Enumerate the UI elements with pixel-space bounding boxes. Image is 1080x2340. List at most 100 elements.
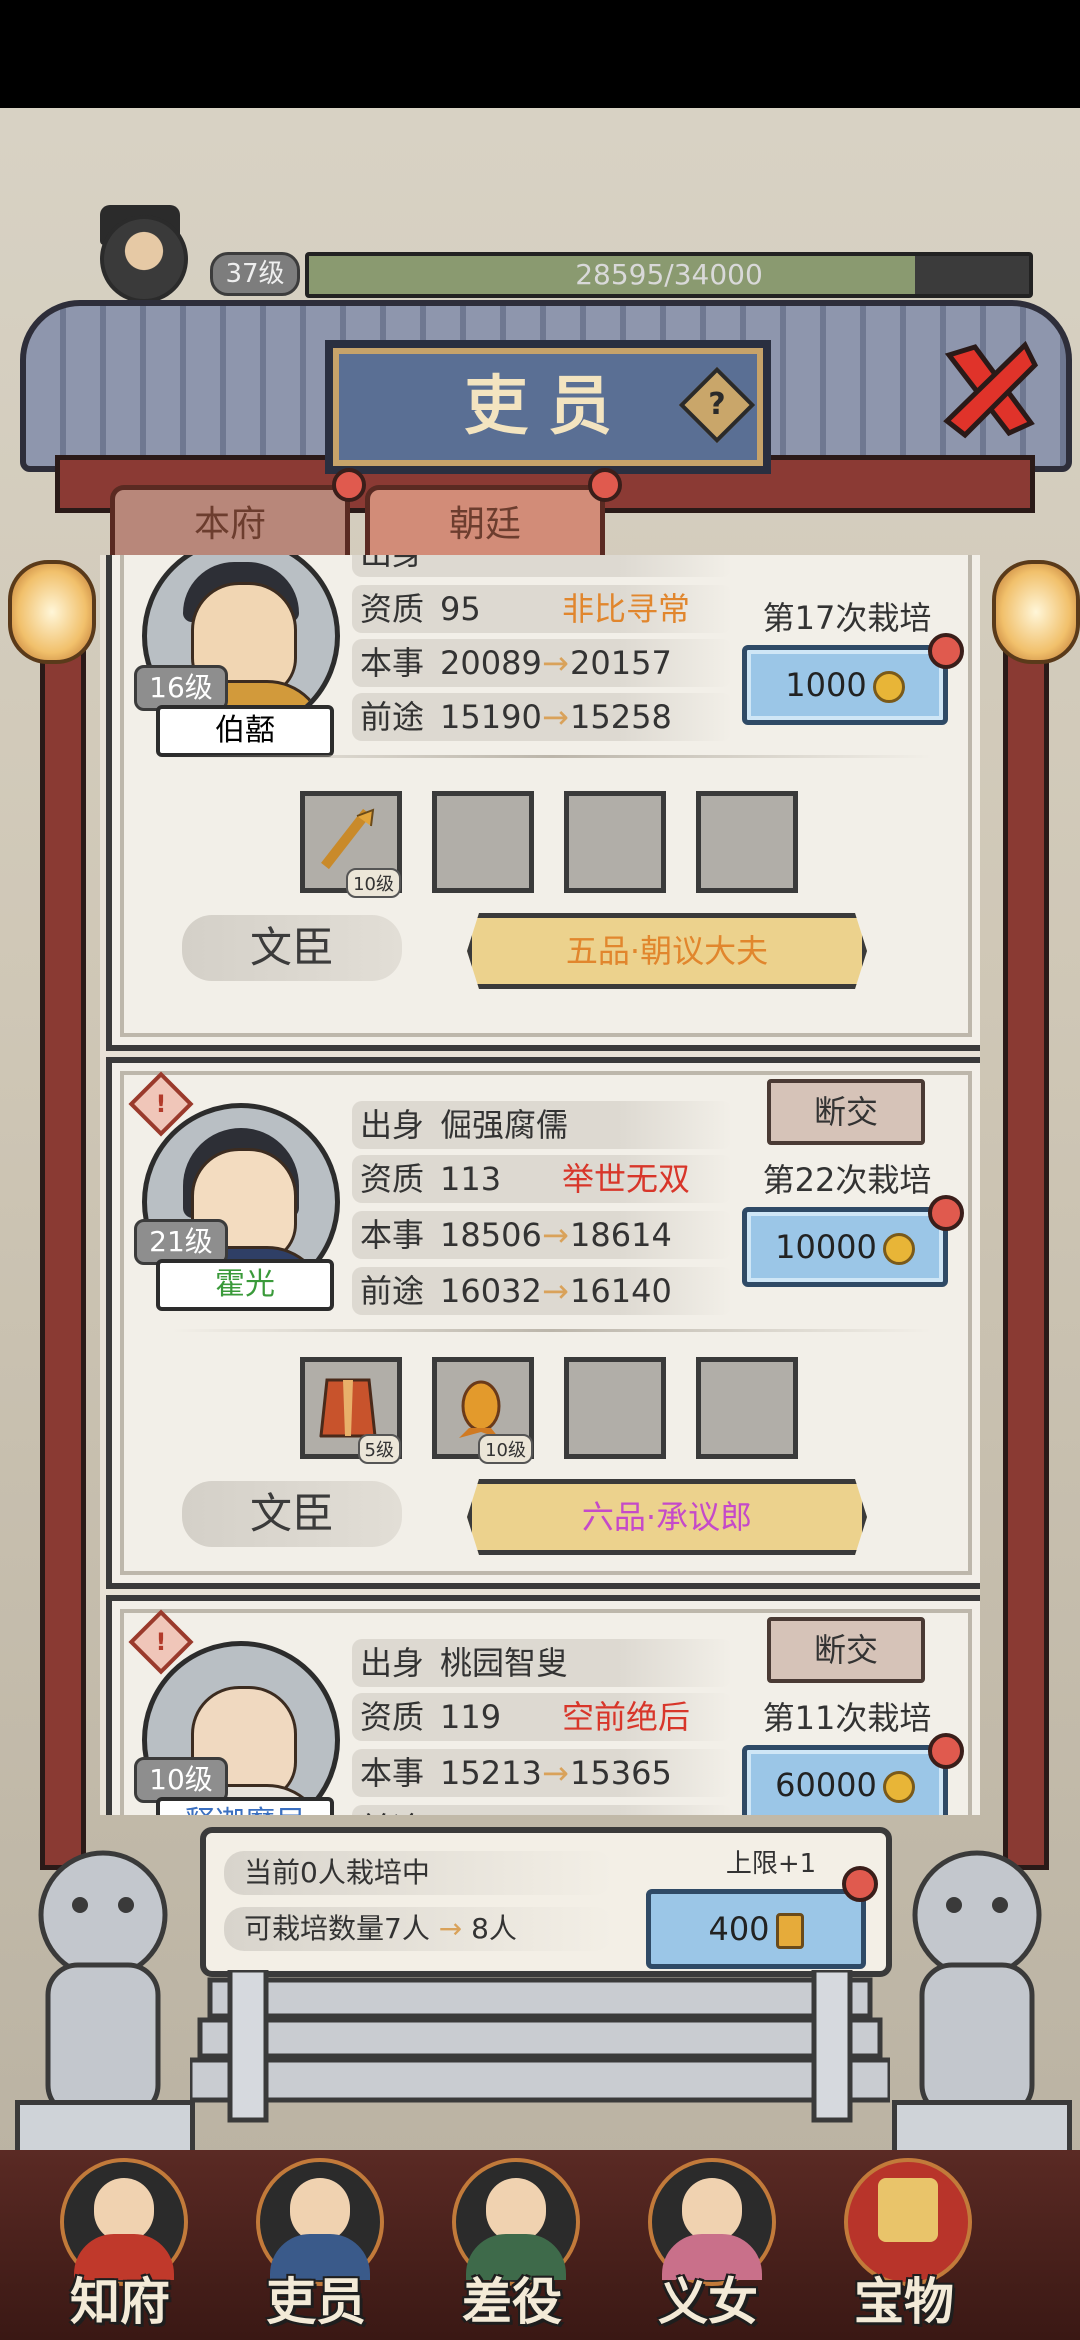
limit-label: 上限+1 xyxy=(725,1849,817,1879)
notification-dot xyxy=(928,1733,964,1769)
prospect-current: 16032 xyxy=(440,1272,542,1310)
cultivate-button[interactable]: 1000 xyxy=(742,645,948,725)
nav-label: 差役 xyxy=(462,2272,562,2331)
skill-label: 本事 xyxy=(360,1216,425,1254)
item-slot[interactable]: 10级 xyxy=(432,1357,534,1464)
notification-dot xyxy=(842,1866,878,1902)
prospect-row: 前途 16032 → 16140 xyxy=(352,1267,732,1315)
arrow-right-icon: → xyxy=(542,1754,569,1792)
nav-label: 宝物 xyxy=(854,2272,954,2331)
cultivate-button[interactable]: 10000 xyxy=(742,1207,948,1287)
limit-cost: 400 xyxy=(708,1910,770,1948)
prospect-current: 15190 xyxy=(440,698,542,736)
skill-row: 本事 18506 → 18614 xyxy=(352,1211,732,1259)
item-slot-empty[interactable] xyxy=(432,791,534,893)
origin-row: 出身 桃园智叟 xyxy=(352,1639,732,1687)
item-slot-empty[interactable] xyxy=(696,791,798,893)
skill-current: 15213 xyxy=(440,1754,542,1792)
nav-daughter[interactable]: 义女 xyxy=(610,2150,806,2340)
official-rank[interactable]: 五品·朝议大夫 xyxy=(467,913,867,989)
tab-imperial-court[interactable]: 朝廷 xyxy=(365,485,605,560)
item-level: 10级 xyxy=(346,868,401,898)
item-slot-empty[interactable] xyxy=(564,1357,666,1459)
goldfish-icon xyxy=(459,1380,501,1438)
aptitude-row: 资质 113 举世无双 xyxy=(352,1155,732,1203)
skill-current: 18506 xyxy=(440,1216,542,1254)
origin-label: 出身 xyxy=(360,1106,425,1144)
prospect-next: 16140 xyxy=(570,1272,672,1310)
official-name: 伯嚭 xyxy=(156,705,334,757)
card-divider xyxy=(172,755,932,758)
capacity-text: 可栽培数量7人 xyxy=(244,1912,430,1945)
official-card: ! 10级 释迦魔尼 出身 桃园智叟 资质 119 空前绝后 本事 15213 … xyxy=(106,1595,980,1815)
coin-icon xyxy=(882,1771,915,1803)
quality-label: 空前绝后 xyxy=(562,1698,691,1736)
arrow-right-icon: → xyxy=(542,698,569,736)
arrow-right-icon: → xyxy=(438,1912,472,1945)
skill-next: 18614 xyxy=(570,1216,672,1254)
card-divider xyxy=(172,1329,932,1332)
cultivate-count: 第17次栽培 xyxy=(762,599,932,637)
quality-label: 非比寻常 xyxy=(562,590,691,628)
official-role: 文臣 xyxy=(182,915,402,981)
arrow-right-icon: → xyxy=(542,1805,569,1815)
origin-row: 出身 xyxy=(352,555,732,577)
prospect-current: 18113 xyxy=(440,1805,542,1815)
skill-label: 本事 xyxy=(360,1754,425,1792)
prospect-label: 前途 xyxy=(360,1805,424,1815)
item-slot-empty[interactable] xyxy=(564,791,666,893)
origin-label: 出身 xyxy=(360,555,424,577)
scroll-fan-icon xyxy=(321,808,375,870)
skill-current: 20089 xyxy=(440,644,542,682)
robe-icon xyxy=(319,1378,377,1438)
bottom-nav: 知府 吏员 差役 义女 宝物 xyxy=(0,2150,1080,2340)
origin-row: 出身 倔强腐儒 xyxy=(352,1101,732,1149)
stone-steps xyxy=(190,1970,890,2123)
left-pillar xyxy=(40,600,86,1870)
tab-pin-left xyxy=(332,468,366,502)
close-icon[interactable] xyxy=(935,335,1045,445)
page-title: 吏员 xyxy=(464,369,632,444)
arrow-right-icon: → xyxy=(542,1216,569,1254)
nav-bailiff[interactable]: 差役 xyxy=(414,2150,610,2340)
tab-local-office[interactable]: 本府 xyxy=(110,485,350,560)
aptitude-value: 113 xyxy=(440,1160,502,1198)
aptitude-row: 资质 95 非比寻常 xyxy=(352,585,732,633)
item-slot-empty[interactable] xyxy=(696,1357,798,1459)
prospect-row: 前途 18113 → 18265 xyxy=(352,1805,732,1815)
increase-limit-button[interactable]: 400 xyxy=(646,1889,866,1969)
prospect-next: 18265 xyxy=(570,1805,672,1815)
item-slot[interactable]: 10级 xyxy=(300,791,402,898)
skill-row: 本事 20089 → 20157 xyxy=(352,639,732,687)
aptitude-row: 资质 119 空前绝后 xyxy=(352,1693,732,1741)
nav-prefect[interactable]: 知府 xyxy=(22,2150,218,2340)
arrow-right-icon: → xyxy=(542,644,569,682)
cultivate-cost: 1000 xyxy=(785,666,867,704)
right-lantern-icon xyxy=(992,560,1080,664)
nav-label: 吏员 xyxy=(266,2272,366,2331)
cultivate-cost: 60000 xyxy=(775,1766,877,1804)
nav-treasure[interactable]: 宝物 xyxy=(806,2150,1002,2340)
item-level: 5级 xyxy=(357,1434,401,1464)
quality-label: 举世无双 xyxy=(562,1160,691,1198)
skill-next: 15365 xyxy=(570,1754,672,1792)
player-avatar[interactable] xyxy=(100,215,188,303)
exp-bar: 28595/34000 xyxy=(305,252,1033,298)
player-level-badge: 37级 xyxy=(210,252,300,296)
origin-value: 倔强腐儒 xyxy=(440,1106,569,1144)
official-list[interactable]: 16级 伯嚭 出身 资质 95 非比寻常 本事 20089 → 20157 前途… xyxy=(100,555,980,1815)
notification-dot xyxy=(928,1195,964,1231)
notification-dot xyxy=(928,633,964,669)
break-off-button[interactable]: 断交 xyxy=(767,1079,925,1145)
cultivate-button[interactable]: 60000 xyxy=(742,1745,948,1815)
cultivate-count: 第22次栽培 xyxy=(762,1161,932,1199)
aptitude-value: 95 xyxy=(440,590,481,628)
help-glyph: ? xyxy=(708,387,726,422)
break-off-button[interactable]: 断交 xyxy=(767,1617,925,1683)
item-level: 10级 xyxy=(478,1434,533,1464)
current-cultivating: 当前0人栽培中 xyxy=(224,1851,614,1895)
official-rank[interactable]: 六品·承议郎 xyxy=(467,1479,867,1555)
item-slot[interactable]: 5级 xyxy=(300,1357,402,1464)
official-card: ! 21级 霍光 出身 倔强腐儒 资质 113 举世无双 本事 18506 → xyxy=(106,1057,980,1589)
nav-clerk[interactable]: 吏员 xyxy=(218,2150,414,2340)
